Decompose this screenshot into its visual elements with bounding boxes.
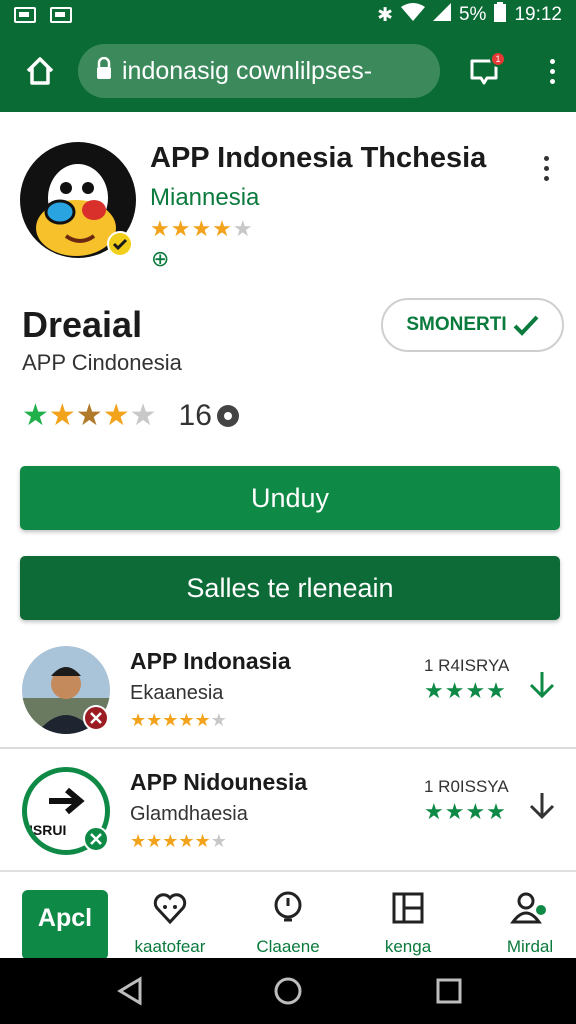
download-arrow-button[interactable] <box>528 670 556 705</box>
nav-kenga[interactable]: kenga <box>366 890 450 957</box>
bluetooth-icon: ✱ <box>377 4 393 26</box>
cast-notification-icon <box>50 7 72 23</box>
star-half-icon: ★ <box>129 399 157 432</box>
nav-label: Mirdal <box>506 937 554 956</box>
tools-badge-icon <box>83 826 109 852</box>
nav-apcl-label: Apcl <box>37 904 93 932</box>
arrow-right-icon <box>49 787 85 815</box>
recents-icon[interactable] <box>435 977 463 1005</box>
reviews-icon <box>216 404 239 427</box>
age-rating-icon: ⊕ <box>151 246 170 271</box>
download-button[interactable]: Unduy <box>20 466 560 530</box>
nav-label: kenga <box>384 937 432 956</box>
battery-icon <box>494 2 507 28</box>
url-text: indonasig cownlilpses- <box>122 56 373 85</box>
badge-icon <box>83 705 109 731</box>
lock-icon <box>96 56 112 86</box>
divider <box>0 747 576 749</box>
list-item-size: 1 R0ISSYA <box>424 777 509 796</box>
grid-box-icon <box>392 892 424 924</box>
image-notification-icon <box>14 7 36 23</box>
list-item-green-stars: ★★★★ <box>424 799 507 824</box>
heart-chat-icon <box>153 893 187 925</box>
nav-mirdal[interactable]: Mirdal <box>488 890 572 957</box>
star-icon: ★ <box>75 399 103 432</box>
verified-icon <box>107 231 133 257</box>
app-stars: ★★★★★ <box>150 216 254 241</box>
status-bar: ✱ 5% 19:12 <box>0 0 576 30</box>
tabs-button[interactable]: 1 <box>462 49 506 93</box>
browser-toolbar: indonasig cownlilpses- 1 <box>0 30 576 112</box>
list-item-subtitle: Ekaanesia <box>130 682 224 704</box>
detail-name: Dreaial <box>22 304 143 345</box>
star-icon: ★ <box>48 399 76 432</box>
bottom-navigation: Apcl kaatofear Claaene kenga Mirdal <box>0 870 576 960</box>
app-page: APP Indonesia Thchesia Miannesia ★★★★★ ⊕… <box>0 112 576 958</box>
rating-summary: ★ ★ ★ ★ ★ 16 <box>22 398 240 433</box>
nav-apcl[interactable]: Apcl <box>22 890 108 960</box>
download-icon <box>529 672 555 699</box>
list-item[interactable]: ISRUI APP Nidounesia Glamdhaesia ★★★★★★ … <box>0 767 576 885</box>
follow-label: SMONERTI <box>406 314 507 335</box>
url-bar[interactable]: indonasig cownlilpses- <box>78 44 440 98</box>
app-title: APP Indonesia Thchesia <box>150 142 487 174</box>
list-item-stars: ★★★★★★ <box>130 831 227 851</box>
nav-claaene[interactable]: Claaene <box>246 890 330 957</box>
back-icon[interactable] <box>116 976 144 1006</box>
list-item-size: 1 R4ISRYA <box>424 656 510 675</box>
home-button[interactable] <box>14 45 66 97</box>
home-nav-icon[interactable] <box>273 976 303 1006</box>
alert-pin-icon <box>274 891 302 922</box>
browser-menu-button[interactable] <box>542 49 562 93</box>
rating-count: 16 <box>178 398 212 432</box>
wifi-icon <box>400 3 425 27</box>
follow-button[interactable]: SMONERTI <box>381 298 564 352</box>
signal-icon <box>432 3 451 27</box>
download-icon <box>529 793 555 820</box>
tab-count-badge: 1 <box>490 51 506 67</box>
thumb-text: ISRUI <box>29 822 67 838</box>
star-icon: ★ <box>102 399 130 432</box>
star-icon: ★ <box>22 399 49 432</box>
download-arrow-button[interactable] <box>528 791 556 826</box>
list-item-title: APP Indonasia <box>130 648 291 674</box>
check-icon <box>513 315 539 336</box>
detail-subtitle: APP Cindonesia <box>22 350 182 375</box>
system-navigation-bar <box>0 958 576 1024</box>
list-item-stars: ★★★★★★ <box>130 710 227 730</box>
list-item-green-stars: ★★★★ <box>424 678 507 703</box>
secondary-action-button[interactable]: Salles te rleneain <box>20 556 560 620</box>
people-icon <box>510 892 546 924</box>
clock: 19:12 <box>514 4 562 25</box>
battery-percent: 5% <box>458 4 487 25</box>
app-header: APP Indonesia Thchesia Miannesia ★★★★★ ⊕ <box>20 142 560 272</box>
app-overflow-menu[interactable] <box>536 146 556 190</box>
list-item-title: APP Nidounesia <box>130 769 308 795</box>
nav-label: kaatofear <box>134 937 206 956</box>
nav-label: Claaene <box>256 937 320 956</box>
list-item-subtitle: Glamdhaesia <box>130 803 248 825</box>
app-developer[interactable]: Miannesia <box>150 184 259 212</box>
home-icon <box>26 57 54 85</box>
nav-kaatofear[interactable]: kaatofear <box>128 890 212 957</box>
